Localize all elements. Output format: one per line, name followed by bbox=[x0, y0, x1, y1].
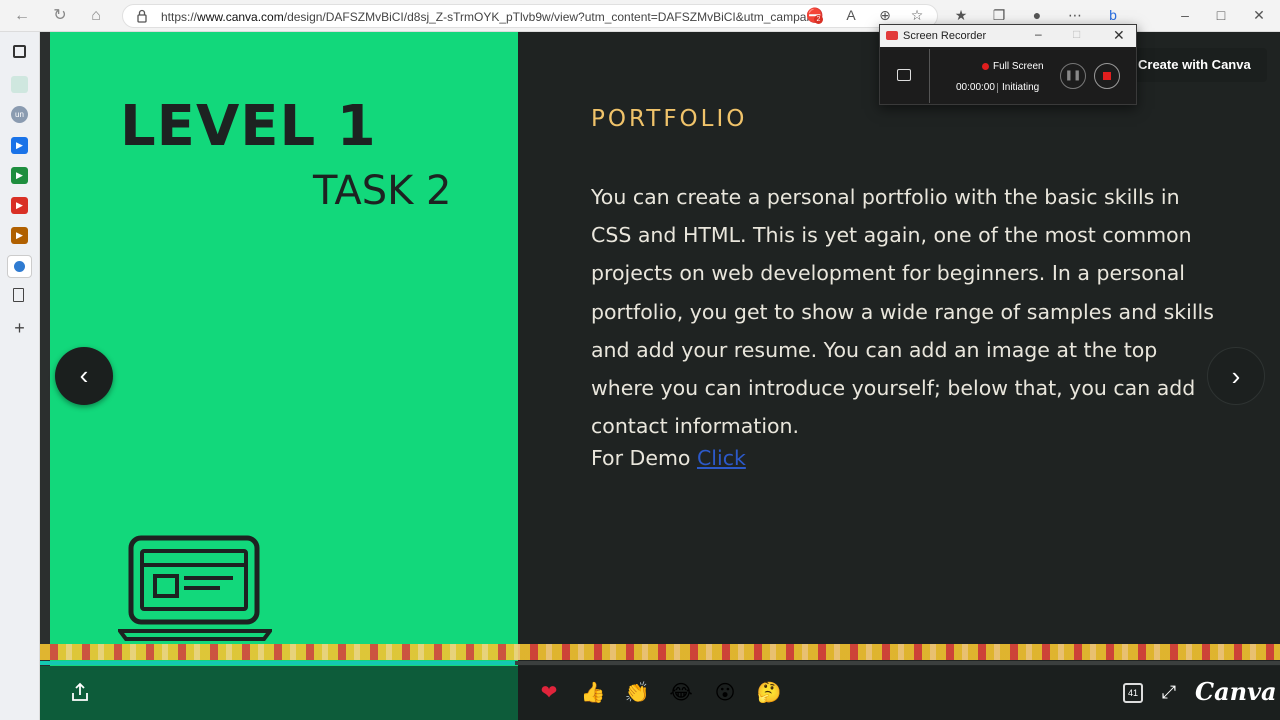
play-blue-icon[interactable]: ▶ bbox=[11, 137, 28, 154]
fullscreen-icon[interactable]: ⤢ bbox=[1159, 682, 1179, 702]
pause-button[interactable]: ❚❚ bbox=[1060, 63, 1086, 89]
chevron-left-icon: ‹ bbox=[79, 360, 89, 390]
recorder-divider bbox=[929, 49, 930, 103]
slide-progress-bar bbox=[40, 661, 1280, 665]
bing-chat-icon[interactable]: b bbox=[1104, 6, 1122, 24]
maximize-window-icon[interactable]: □ bbox=[1212, 6, 1230, 24]
next-slide-button[interactable]: › bbox=[1207, 347, 1265, 405]
recording-dot bbox=[982, 63, 989, 70]
slide-body-text: You can create a personal portfolio with… bbox=[591, 185, 1214, 439]
collections-icon[interactable]: ❐ bbox=[990, 6, 1008, 24]
favorites-icon[interactable]: ★ bbox=[952, 6, 970, 24]
folder-icon[interactable] bbox=[897, 69, 911, 81]
tab-actions-icon[interactable] bbox=[13, 45, 26, 58]
browser-sidebar: un ▶ ▶ ▶ ▶ + bbox=[0, 32, 40, 720]
back-icon[interactable]: ← bbox=[12, 6, 32, 26]
recorder-maximize-icon: □ bbox=[1073, 27, 1081, 41]
reaction-emoji-strip bbox=[40, 644, 1280, 660]
more-menu-icon[interactable]: ⋯ bbox=[1066, 6, 1084, 24]
presentation-slide: LEVEL 1 TASK 2 PORTFOLIO You can create … bbox=[40, 32, 1280, 720]
extension-icon[interactable] bbox=[11, 76, 28, 93]
task-heading: TASK 2 bbox=[313, 168, 452, 214]
url-text: https://www.canva.com/design/DAFSZMvBiCI… bbox=[161, 10, 820, 24]
laptop-icon bbox=[118, 535, 272, 641]
create-with-canva-button[interactable]: Create with Canva bbox=[1127, 48, 1267, 82]
slide-progress-fill bbox=[40, 661, 515, 665]
thinking-icon[interactable]: 🤔 bbox=[756, 680, 782, 706]
demo-prefix: For Demo bbox=[591, 446, 697, 470]
recorder-close-icon[interactable]: ✕ bbox=[1113, 27, 1125, 44]
play-orange-icon[interactable]: ▶ bbox=[11, 227, 28, 244]
lock-icon bbox=[137, 9, 147, 23]
presentation-footer: ❤ 👍 👏 😂 😮 🤔 41 ⤢ Canva bbox=[40, 666, 1280, 720]
left-edge-strip bbox=[40, 32, 50, 720]
recorder-status: Initiating bbox=[1002, 82, 1040, 93]
unacademy-icon[interactable]: un bbox=[11, 106, 28, 123]
recorder-mode: Full Screen bbox=[993, 61, 1044, 72]
canva-logo[interactable]: Canva bbox=[1195, 677, 1277, 706]
sidebar-active-app-icon[interactable] bbox=[7, 255, 32, 278]
level-heading: LEVEL 1 bbox=[120, 94, 377, 159]
play-green-icon[interactable]: ▶ bbox=[11, 167, 28, 184]
portfolio-title: PORTFOLIO bbox=[591, 106, 748, 132]
stop-icon bbox=[1103, 72, 1111, 80]
recorder-title-bar: Screen Recorder – □ ✕ bbox=[880, 25, 1136, 47]
screen-recorder-window: Screen Recorder – □ ✕ Full Screen 00:00:… bbox=[879, 24, 1137, 105]
minimize-window-icon[interactable]: – bbox=[1176, 6, 1194, 24]
refresh-icon[interactable]: ↻ bbox=[50, 6, 70, 26]
recorder-time: 00:00:00 bbox=[956, 82, 995, 93]
time-separator bbox=[997, 83, 998, 93]
heart-icon[interactable]: ❤ bbox=[536, 680, 562, 706]
zoom-icon[interactable]: ⊕ bbox=[876, 6, 894, 24]
play-red-icon[interactable]: ▶ bbox=[11, 197, 28, 214]
profile-icon[interactable]: ● bbox=[1028, 6, 1046, 24]
previous-slide-button[interactable]: ‹ bbox=[55, 347, 113, 405]
recorder-minimize-icon[interactable]: – bbox=[1035, 27, 1042, 41]
clap-icon[interactable]: 👏 bbox=[624, 680, 650, 706]
tracking-badge: 2 bbox=[814, 15, 823, 24]
page-count-badge[interactable]: 41 bbox=[1123, 683, 1143, 703]
favorite-star-icon[interactable]: ☆ bbox=[908, 6, 926, 24]
stop-button[interactable] bbox=[1094, 63, 1120, 89]
canva-app-icon bbox=[14, 261, 25, 272]
thumbs-up-icon[interactable]: 👍 bbox=[580, 680, 606, 706]
surprised-icon[interactable]: 😮 bbox=[712, 680, 738, 706]
footer-left-panel bbox=[40, 666, 518, 720]
close-window-icon[interactable]: ✕ bbox=[1250, 6, 1268, 24]
demo-line: For Demo Click bbox=[591, 446, 746, 470]
share-icon[interactable] bbox=[70, 682, 90, 702]
laugh-icon[interactable]: 😂 bbox=[668, 680, 694, 706]
recorder-title: Screen Recorder bbox=[903, 30, 987, 42]
chevron-right-icon: › bbox=[1231, 361, 1241, 391]
document-icon[interactable] bbox=[13, 288, 24, 302]
add-icon[interactable]: + bbox=[11, 319, 28, 337]
read-aloud-icon[interactable]: A bbox=[842, 6, 860, 24]
home-icon[interactable]: ⌂ bbox=[86, 6, 106, 26]
camera-icon bbox=[886, 31, 898, 40]
demo-click-link[interactable]: Click bbox=[697, 446, 746, 470]
